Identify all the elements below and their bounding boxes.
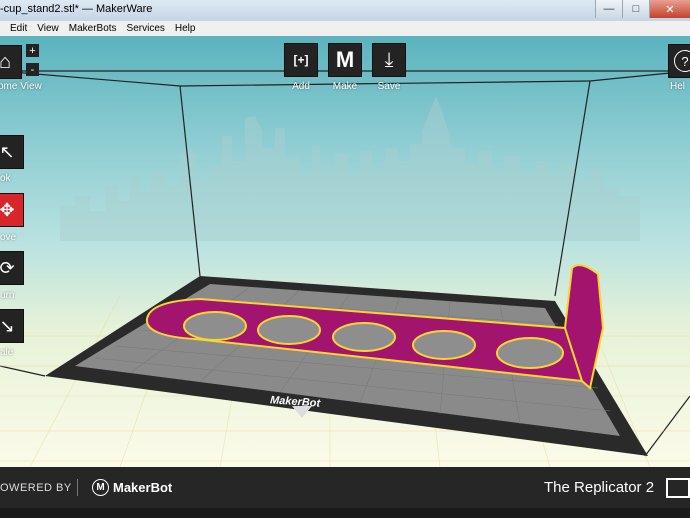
build-viewport[interactable]: MakerBot ⌂ + - ome View [+] Add M Make ⤓… — [0, 36, 690, 467]
window-controls: — □ ✕ — [595, 0, 690, 19]
zoom-in-label: + — [29, 44, 36, 57]
help-icon: ? — [674, 50, 690, 72]
home-icon: ⌂ — [0, 50, 12, 73]
help-button[interactable]: ? — [668, 44, 690, 78]
footer-divider — [77, 479, 78, 496]
cup-hole-5 — [496, 337, 564, 369]
move-tool-button[interactable]: ✥ — [0, 193, 24, 227]
powered-by-label: OWERED BY — [0, 482, 72, 494]
printer-icon[interactable] — [666, 478, 690, 498]
scale-tool-label: ale — [0, 347, 14, 358]
download-icon: ⤓ — [384, 48, 394, 71]
cup-hole-4 — [412, 330, 476, 360]
minimize-button[interactable]: — — [595, 0, 622, 18]
look-icon: ↖ — [0, 141, 15, 162]
menu-view[interactable]: View — [37, 23, 59, 34]
scale-icon: ↘ — [0, 315, 15, 336]
window-title: -cup_stand2.stl* — MakerWare — [0, 3, 153, 15]
cup-hole-2 — [257, 315, 321, 345]
close-button[interactable]: ✕ — [649, 0, 690, 18]
skyline-background — [60, 96, 640, 241]
zoom-out-label: - — [30, 63, 35, 76]
scale-tool-button[interactable]: ↘ — [0, 309, 24, 343]
look-tool-button[interactable]: ↖ — [0, 135, 24, 169]
menu-bar: Edit View MakerBots Services Help — [0, 21, 690, 37]
menu-help[interactable]: Help — [175, 23, 196, 34]
help-label: Hel — [670, 81, 686, 92]
move-tool-label: ove — [0, 232, 17, 243]
make-label: Make — [332, 81, 358, 92]
turn-tool-button[interactable]: ⟳ — [0, 251, 24, 285]
move-icon: ✥ — [0, 199, 15, 220]
makerbot-brand: MakerBot — [113, 480, 173, 495]
save-button[interactable]: ⤓ — [372, 43, 406, 77]
zoom-in-button[interactable]: + — [26, 44, 39, 57]
title-bar: -cup_stand2.stl* — MakerWare — □ ✕ — [0, 0, 690, 21]
cup-hole-1 — [183, 311, 247, 341]
home-view-label: ome View — [0, 81, 42, 92]
zoom-out-button[interactable]: - — [26, 63, 39, 76]
makerbot-logo-icon: M — [92, 479, 109, 496]
footer-bar: OWERED BY M MakerBot The Replicator 2 — [0, 467, 690, 508]
makerbot-m-icon: M — [335, 47, 355, 72]
add-icon: [+] — [293, 53, 309, 67]
cup-hole-3 — [332, 322, 396, 352]
turn-icon: ⟳ — [0, 257, 15, 278]
maximize-button[interactable]: □ — [622, 0, 649, 18]
taskbar-strip — [0, 508, 690, 518]
home-view-button[interactable]: ⌂ — [0, 45, 22, 79]
save-label: Save — [377, 81, 401, 92]
menu-services[interactable]: Services — [127, 23, 165, 34]
add-button[interactable]: [+] — [284, 43, 318, 77]
make-button[interactable]: M — [328, 43, 362, 77]
printer-name[interactable]: The Replicator 2 — [544, 479, 654, 496]
menu-makerbots[interactable]: MakerBots — [69, 23, 117, 34]
menu-edit[interactable]: Edit — [10, 23, 27, 34]
add-label: Add — [292, 81, 310, 92]
look-tool-label: ok — [0, 173, 11, 184]
turn-tool-label: urn — [0, 290, 15, 301]
